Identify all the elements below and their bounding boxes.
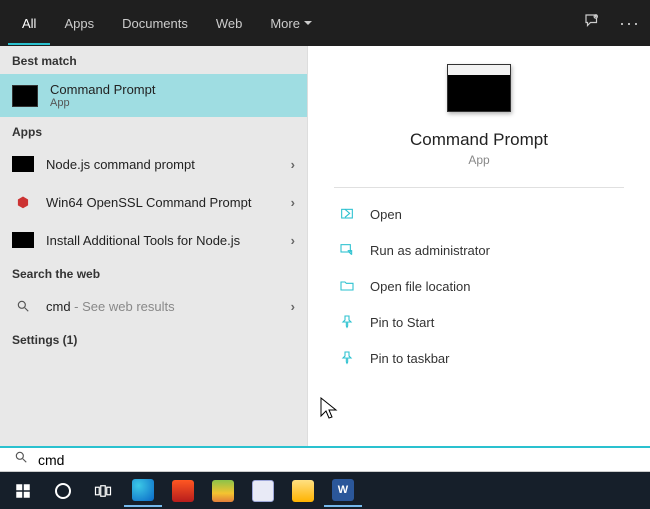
chevron-right-icon[interactable]: › bbox=[291, 299, 295, 314]
chevron-down-icon bbox=[304, 21, 312, 29]
terminal-icon bbox=[12, 232, 34, 248]
best-match-subtitle: App bbox=[50, 97, 155, 109]
search-input[interactable] bbox=[38, 452, 636, 468]
action-pin-start[interactable]: Pin to Start bbox=[334, 304, 624, 340]
best-match-item[interactable]: Command Prompt App bbox=[0, 74, 307, 117]
details-subtitle: App bbox=[468, 153, 489, 167]
task-view-button[interactable] bbox=[84, 474, 122, 507]
terminal-icon bbox=[12, 156, 34, 172]
app-result-label: Install Additional Tools for Node.js bbox=[46, 233, 279, 248]
app-result-item[interactable]: ⬢ Win64 OpenSSL Command Prompt › bbox=[0, 183, 307, 221]
taskbar-app[interactable] bbox=[244, 474, 282, 507]
action-label: Open bbox=[370, 207, 402, 222]
section-apps: Apps bbox=[0, 117, 307, 145]
taskbar: W bbox=[0, 472, 650, 509]
web-result-item[interactable]: cmd - See web results › bbox=[0, 287, 307, 325]
openssl-icon: ⬢ bbox=[12, 193, 34, 211]
details-title: Command Prompt bbox=[410, 130, 548, 150]
folder-icon bbox=[338, 277, 356, 295]
app-result-label: Node.js command prompt bbox=[46, 157, 279, 172]
taskbar-app-word[interactable]: W bbox=[324, 474, 362, 507]
tab-more[interactable]: More bbox=[256, 2, 326, 45]
app-result-label: Win64 OpenSSL Command Prompt bbox=[46, 195, 279, 210]
action-label: Pin to taskbar bbox=[370, 351, 450, 366]
tab-documents[interactable]: Documents bbox=[108, 2, 202, 45]
chevron-right-icon[interactable]: › bbox=[291, 233, 295, 248]
details-pane: Command Prompt App Open Run as administr… bbox=[308, 46, 650, 446]
taskbar-app-paint[interactable] bbox=[204, 474, 242, 507]
section-settings: Settings (1) bbox=[0, 325, 307, 353]
chevron-right-icon[interactable]: › bbox=[291, 157, 295, 172]
search-tab-bar: All Apps Documents Web More ··· bbox=[0, 0, 650, 46]
search-icon bbox=[14, 450, 28, 469]
section-web: Search the web bbox=[0, 259, 307, 287]
tab-all[interactable]: All bbox=[8, 2, 50, 45]
action-label: Pin to Start bbox=[370, 315, 434, 330]
action-run-admin[interactable]: Run as administrator bbox=[334, 232, 624, 268]
pin-icon bbox=[338, 313, 356, 331]
divider bbox=[334, 187, 624, 188]
action-open-location[interactable]: Open file location bbox=[334, 268, 624, 304]
web-result-label: cmd - See web results bbox=[46, 299, 279, 314]
app-result-item[interactable]: Install Additional Tools for Node.js › bbox=[0, 221, 307, 259]
chevron-right-icon[interactable]: › bbox=[291, 195, 295, 210]
more-options-icon[interactable]: ··· bbox=[619, 13, 640, 34]
feedback-icon[interactable] bbox=[583, 12, 601, 35]
search-box[interactable] bbox=[0, 446, 650, 472]
tab-apps[interactable]: Apps bbox=[50, 2, 108, 45]
command-prompt-icon bbox=[12, 85, 38, 107]
app-thumbnail-icon bbox=[447, 64, 511, 112]
open-icon bbox=[338, 205, 356, 223]
cortana-button[interactable] bbox=[44, 474, 82, 507]
action-label: Open file location bbox=[370, 279, 470, 294]
action-pin-taskbar[interactable]: Pin to taskbar bbox=[334, 340, 624, 376]
action-open[interactable]: Open bbox=[334, 196, 624, 232]
search-icon bbox=[12, 297, 34, 315]
section-best-match: Best match bbox=[0, 46, 307, 74]
pin-icon bbox=[338, 349, 356, 367]
tab-web[interactable]: Web bbox=[202, 2, 257, 45]
results-pane: Best match Command Prompt App Apps Node.… bbox=[0, 46, 308, 446]
action-label: Run as administrator bbox=[370, 243, 490, 258]
taskbar-app-edge[interactable] bbox=[124, 474, 162, 507]
admin-icon bbox=[338, 241, 356, 259]
taskbar-app-brave[interactable] bbox=[164, 474, 202, 507]
best-match-title: Command Prompt bbox=[50, 82, 155, 97]
app-result-item[interactable]: Node.js command prompt › bbox=[0, 145, 307, 183]
taskbar-app-explorer[interactable] bbox=[284, 474, 322, 507]
start-button[interactable] bbox=[4, 474, 42, 507]
